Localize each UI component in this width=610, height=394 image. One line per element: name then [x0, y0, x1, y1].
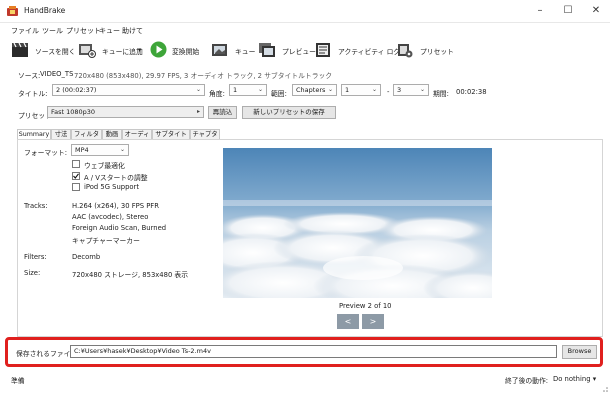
chevron-down-icon: ⌄	[371, 86, 377, 93]
close-button[interactable]: ✕	[582, 0, 610, 22]
tab-subtitles[interactable]: サブタイトル	[152, 129, 190, 148]
chevron-right-icon: ▸	[196, 108, 200, 115]
when-done-select[interactable]: Do nothing ▾	[553, 375, 596, 383]
menu-help[interactable]: 助けて	[122, 26, 143, 36]
track-item: H.264 (x264), 30 FPS PFR	[72, 202, 159, 210]
menu-tools[interactable]: ツール	[42, 26, 63, 36]
format-label: フォーマット:	[24, 149, 68, 157]
preview-icon[interactable]	[258, 42, 276, 58]
minimize-button[interactable]: –	[526, 0, 554, 22]
duration-value: 00:02:38	[456, 88, 487, 96]
add-queue-dropdown-icon[interactable]: ▾	[138, 46, 141, 54]
add-to-queue-button[interactable]: キューに追加	[102, 46, 143, 56]
status-text: 準備	[11, 377, 25, 385]
activity-log-button[interactable]: アクティビティ ログ	[338, 46, 400, 56]
size-value: 720x480 ストレージ, 853x480 表示	[72, 271, 189, 279]
av-align-checkbox[interactable]	[72, 172, 80, 180]
menu-queue[interactable]: キュー	[99, 26, 120, 36]
resize-grip-icon[interactable]	[601, 385, 609, 393]
add-queue-icon[interactable]	[78, 42, 96, 58]
chevron-down-icon: ⌄	[257, 86, 263, 93]
preview-image	[223, 148, 492, 298]
web-optimized-label: ウェブ最適化	[84, 162, 125, 170]
open-source-button[interactable]: ソースを開く	[35, 46, 75, 56]
preview-caption: Preview 2 of 10	[339, 302, 392, 310]
size-label: Size:	[24, 269, 41, 277]
chevron-down-icon: ⌄	[327, 86, 333, 93]
filters-value: Decomb	[72, 253, 101, 261]
chevron-down-icon: ⌄	[195, 86, 201, 93]
reload-preset-button[interactable]: 再読込	[208, 106, 237, 119]
presets-icon[interactable]	[397, 42, 413, 58]
tab-chapters[interactable]: チャプター	[190, 129, 220, 148]
preset-select[interactable]: Fast 1080p30 ▸	[47, 106, 204, 118]
chevron-down-icon: ⌄	[119, 146, 125, 153]
range-end-select[interactable]: 3 ⌄	[393, 84, 429, 96]
filters-label: Filters:	[24, 253, 47, 261]
source-name: VIDEO_TS	[40, 70, 74, 78]
browse-button[interactable]: Browse	[562, 345, 597, 359]
preview-prev-button[interactable]: <	[337, 314, 359, 329]
start-encode-button[interactable]: 変換開始	[172, 46, 199, 56]
handbrake-logo-icon	[7, 6, 18, 16]
title-bar	[0, 0, 610, 23]
save-path-input[interactable]: C:¥Users¥hasek¥Desktop¥Video Ts-2.m4v	[70, 345, 557, 358]
preview-next-button[interactable]: >	[362, 314, 384, 329]
tab-filters[interactable]: フィルター	[71, 129, 102, 148]
maximize-button[interactable]: ☐	[554, 0, 582, 22]
save-new-preset-button[interactable]: 新しいプリセットの保存	[242, 106, 336, 119]
range-type-select[interactable]: Chapters ⌄	[292, 84, 337, 96]
chevron-down-icon: ▾	[592, 375, 597, 383]
track-item: Foreign Audio Scan, Burned	[72, 224, 167, 232]
preview-button[interactable]: プレビュー	[282, 46, 316, 56]
format-select[interactable]: MP4 ⌄	[71, 144, 129, 156]
ipod-checkbox[interactable]	[72, 183, 80, 191]
tab-audio[interactable]: オーディオ	[122, 129, 152, 148]
when-done-label: 終了後の動作:	[505, 377, 549, 385]
track-item: AAC (avcodec), Stereo	[72, 213, 149, 221]
tab-dimensions[interactable]: 寸法	[51, 129, 71, 139]
menu-file[interactable]: ファイル	[11, 26, 39, 36]
range-start-select[interactable]: 1 ⌄	[341, 84, 381, 96]
menu-presets[interactable]: プリセット	[66, 26, 101, 36]
source-label: ソース:	[18, 72, 41, 80]
tab-video[interactable]: 動画	[102, 129, 122, 139]
activity-log-icon[interactable]	[315, 42, 331, 58]
angle-select[interactable]: 1 ⌄	[229, 84, 267, 96]
web-optimized-checkbox[interactable]	[72, 160, 80, 168]
track-item: キャプチャーマーカー	[72, 237, 140, 245]
duration-label: 期間:	[433, 90, 449, 98]
title-select[interactable]: 2 (00:02:37) ⌄	[52, 84, 205, 96]
presets-button[interactable]: プリセット	[420, 46, 454, 56]
play-icon[interactable]	[150, 41, 167, 58]
title-label: タイトル:	[18, 90, 48, 98]
angle-label: 角度:	[209, 90, 225, 98]
queue-button[interactable]: キュー	[235, 46, 255, 56]
av-align-label: A / Vスタートの調整	[84, 174, 148, 182]
range-label: 範囲:	[271, 90, 287, 98]
queue-icon[interactable]	[211, 42, 229, 58]
window-title: HandBrake	[24, 6, 66, 15]
tracks-label: Tracks:	[24, 202, 48, 210]
film-clapper-icon[interactable]	[11, 42, 29, 58]
source-info: 720x480 (853x480), 29.97 FPS, 3 オーディオ トラ…	[74, 72, 333, 80]
range-separator: -	[387, 88, 390, 96]
ipod-label: iPod 5G Support	[84, 183, 139, 191]
checkmark-icon	[73, 173, 79, 179]
chevron-down-icon: ⌄	[419, 86, 425, 93]
